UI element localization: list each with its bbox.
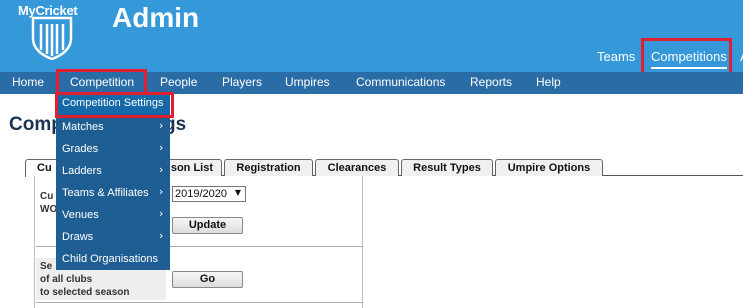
menu-umpires[interactable]: Umpires <box>285 75 330 89</box>
menu-people[interactable]: People <box>160 75 197 89</box>
menu-players[interactable]: Players <box>222 75 262 89</box>
shield-icon <box>31 16 73 60</box>
menu-communications[interactable]: Communications <box>356 75 445 89</box>
chevron-right-icon: › <box>159 185 164 198</box>
dropdown-item-grades[interactable]: Grades <box>62 143 98 155</box>
tab-clearances[interactable]: Clearances <box>315 159 399 176</box>
dropdown-item-child-organisations[interactable]: Child Organisations <box>62 253 158 265</box>
chevron-down-icon: ▼ <box>234 188 241 197</box>
row-divider-bottom <box>36 302 363 303</box>
chevron-right-icon: › <box>159 163 164 176</box>
dropdown-item-teams-affiliates[interactable]: Teams & Affiliates <box>62 187 149 199</box>
app-title: Admin <box>112 2 200 33</box>
set-season-label-line3: to selected season <box>40 287 130 298</box>
competition-dropdown: Competition Settings Matches › Grades › … <box>56 94 170 270</box>
update-button[interactable]: Update <box>172 217 243 234</box>
dropdown-item-venues[interactable]: Venues <box>62 209 99 221</box>
menu-help[interactable]: Help <box>536 75 561 89</box>
season-select-value: 2019/2020 <box>175 188 227 200</box>
chevron-right-icon: › <box>159 141 164 154</box>
season-select[interactable]: 2019/2020 ▼ <box>172 186 246 202</box>
dropdown-item-draws[interactable]: Draws <box>62 231 93 243</box>
mycricket-logo[interactable]: MyCricket <box>14 0 90 60</box>
top-nav-teams[interactable]: Teams <box>597 49 635 64</box>
tab-registration[interactable]: Registration <box>224 159 313 176</box>
dropdown-item-matches[interactable]: Matches <box>62 121 104 133</box>
current-season-label: Cu WO <box>40 190 57 216</box>
chevron-right-icon: › <box>159 207 164 220</box>
menu-home[interactable]: Home <box>12 75 44 89</box>
highlight-box-competition-settings <box>55 92 174 118</box>
set-season-label-line2: of all clubs <box>40 274 93 285</box>
chevron-right-icon: › <box>159 229 164 242</box>
current-season-label-line1: Cu <box>40 191 54 202</box>
dropdown-item-ladders[interactable]: Ladders <box>62 165 102 177</box>
menu-reports[interactable]: Reports <box>470 75 512 89</box>
chevron-right-icon: › <box>159 119 164 132</box>
tab-result-types[interactable]: Result Types <box>401 159 493 176</box>
go-button[interactable]: Go <box>172 271 243 288</box>
tab-umpire-options[interactable]: Umpire Options <box>495 159 603 176</box>
current-season-label-line2: WO <box>40 204 58 215</box>
